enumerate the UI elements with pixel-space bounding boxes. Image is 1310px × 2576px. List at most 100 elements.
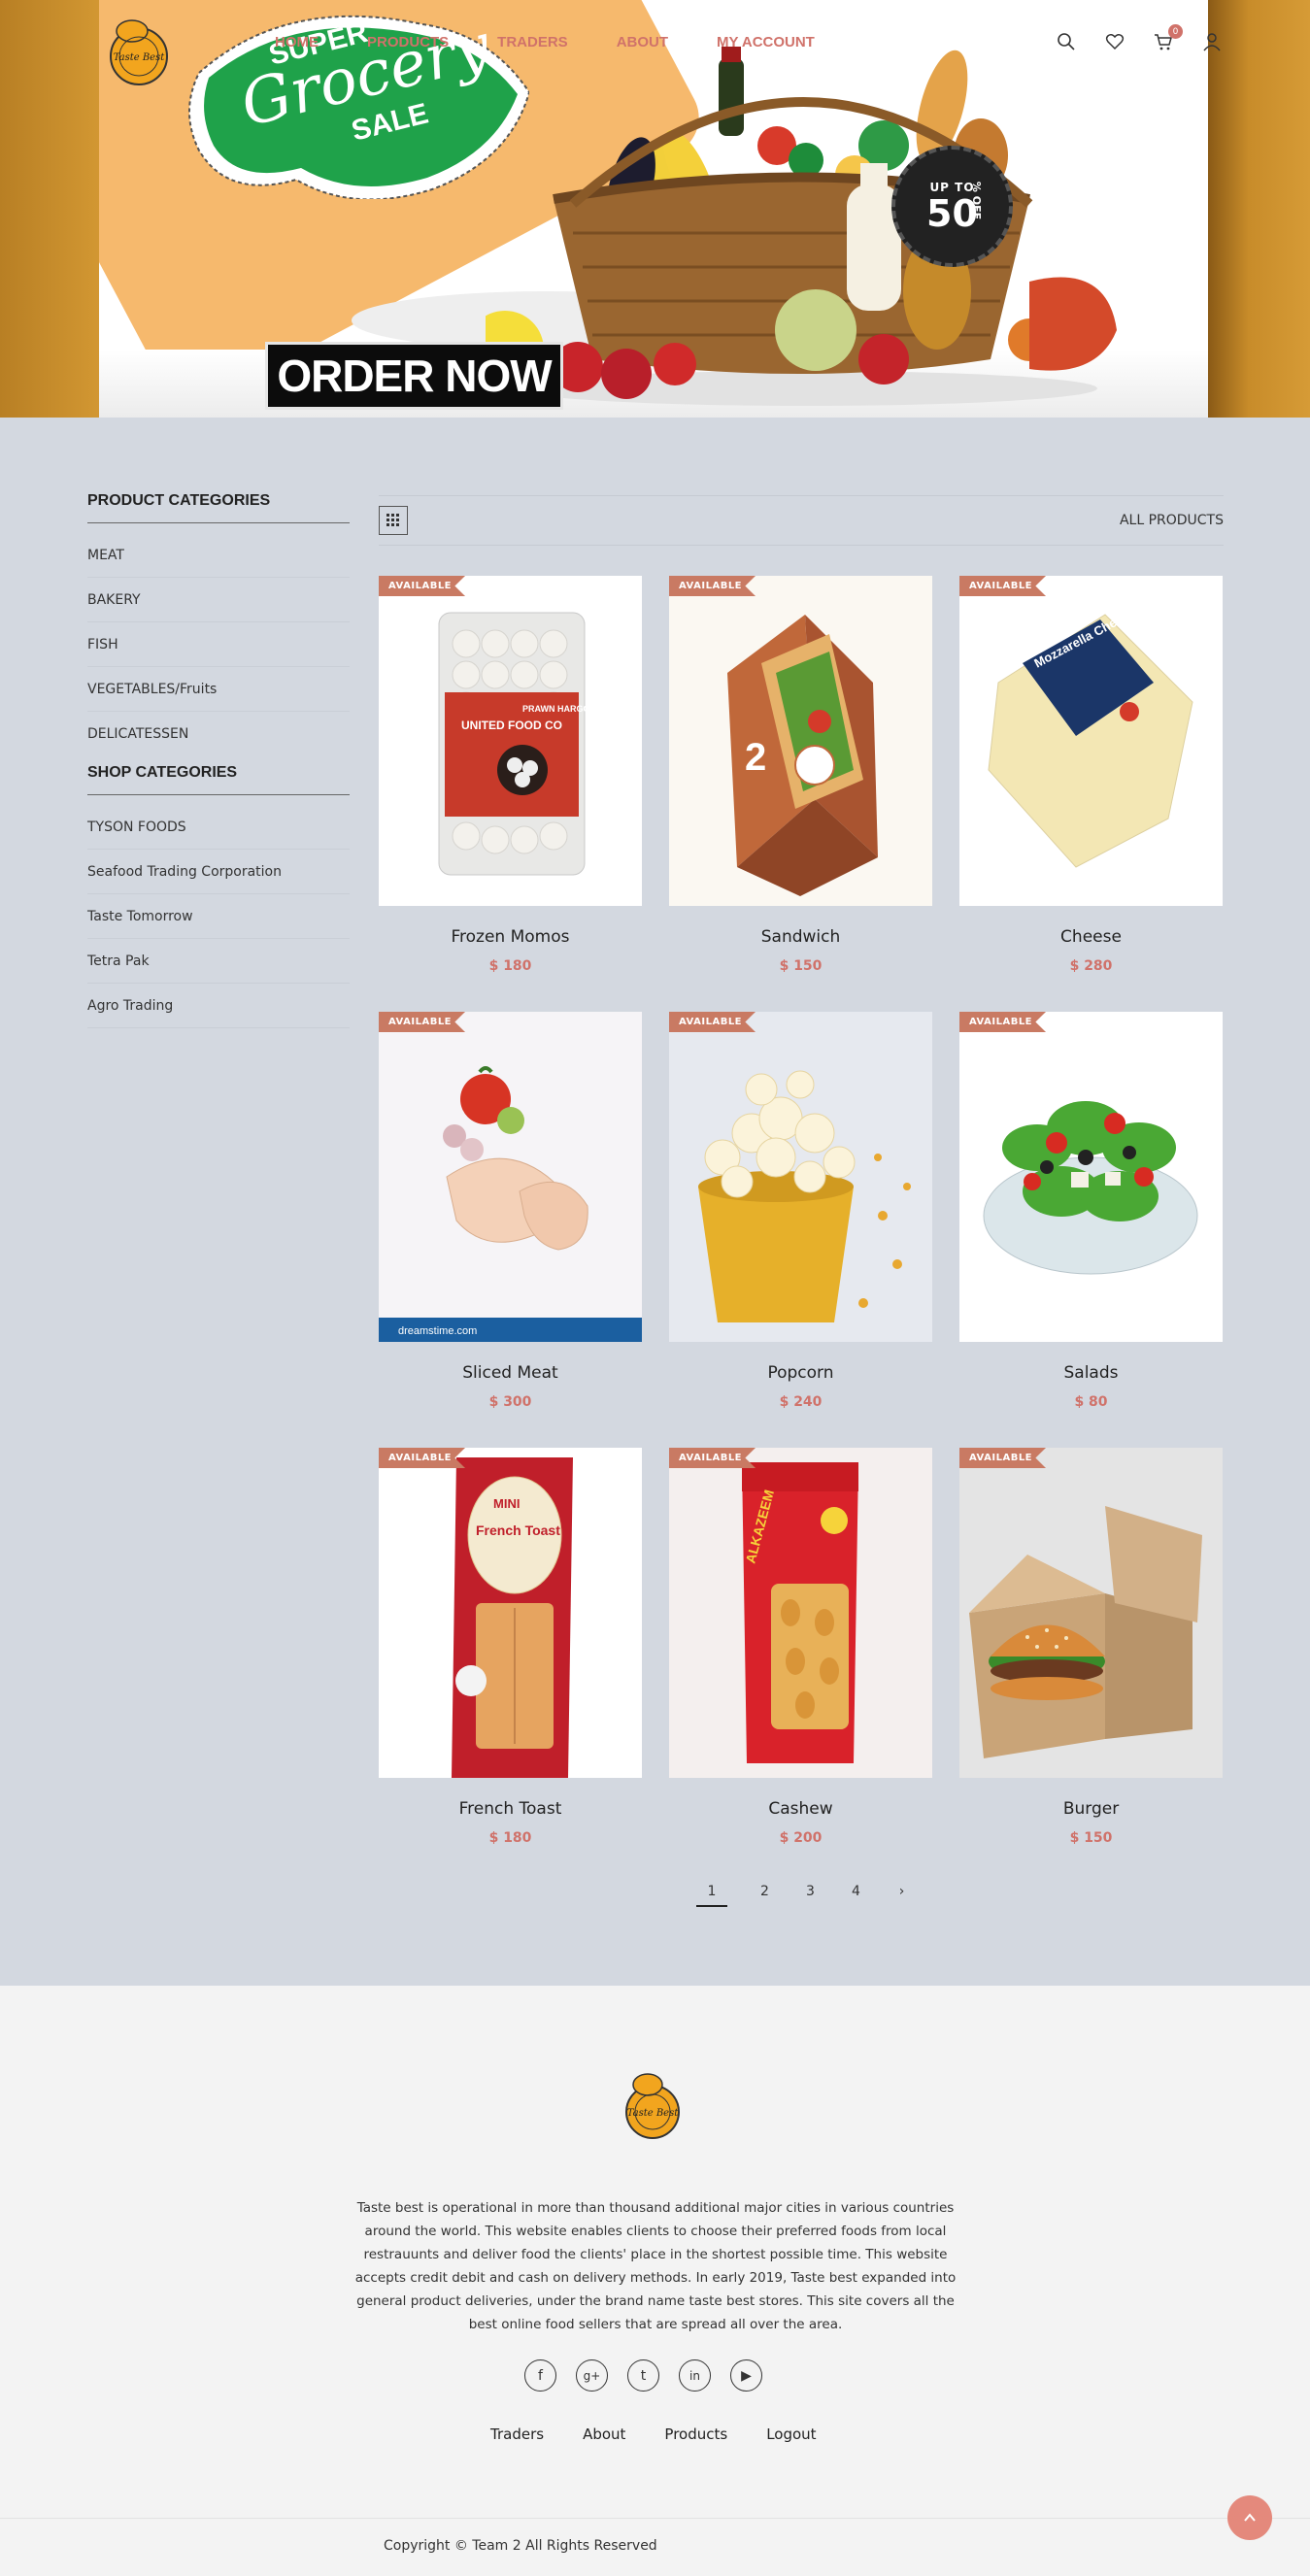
product-name[interactable]: Burger [959, 1799, 1223, 1819]
product-name[interactable]: Salads [959, 1363, 1223, 1383]
badge-suffix: % OFF [969, 181, 983, 220]
available-tag: AVAILABLE [669, 576, 756, 596]
burger-image [969, 1506, 1202, 1758]
product-card[interactable]: AVAILABLE Salads $ 80 [959, 1012, 1223, 1410]
category-delicatessen[interactable]: DELICATESSEN [87, 712, 350, 756]
page-3[interactable]: 3 [788, 1884, 833, 1907]
available-tag: AVAILABLE [959, 1012, 1047, 1032]
shop-taste-tomorrow[interactable]: Taste Tomorrow [87, 894, 350, 939]
product-name[interactable]: Sandwich [669, 927, 932, 947]
product-image[interactable]: AVAILABLE [959, 1012, 1223, 1342]
footer-logo-text: Taste Best [627, 2108, 680, 2119]
user-account-icon[interactable] [1202, 32, 1222, 51]
category-fish[interactable]: FISH [87, 622, 350, 667]
page-1[interactable]: 1 [696, 1884, 727, 1907]
wishlist-heart-icon[interactable] [1105, 32, 1125, 51]
order-now-button[interactable]: ORDER NOW [265, 342, 563, 410]
product-card[interactable]: MINI French Toast AVAILABLE French Toast… [379, 1448, 642, 1846]
search-icon[interactable] [1057, 32, 1076, 51]
product-image[interactable]: Mozzarella Cheese AVAILABLE [959, 576, 1223, 906]
product-image[interactable]: UNITED FOOD CO PRAWN HARGOW AVAILABLE [379, 576, 642, 906]
shop-tetra-pak[interactable]: Tetra Pak [87, 939, 350, 984]
nav-home[interactable]: HOME [275, 34, 319, 50]
product-name[interactable]: Cashew [669, 1799, 932, 1819]
scroll-to-top-button[interactable] [1227, 2495, 1272, 2540]
product-card[interactable]: 2 AVAILABLE Sandwich $ 150 [669, 576, 932, 974]
nav-about[interactable]: ABOUT [617, 34, 668, 50]
popcorn-image [698, 1070, 911, 1322]
available-tag: AVAILABLE [379, 576, 466, 596]
product-image[interactable]: 2 AVAILABLE [669, 576, 932, 906]
available-tag: AVAILABLE [959, 1448, 1047, 1468]
available-tag: AVAILABLE [669, 1012, 756, 1032]
footer-about-text: Taste best is operational in more than t… [354, 2200, 957, 2332]
product-price: $ 180 [488, 1830, 532, 1846]
footer-link-traders[interactable]: Traders [490, 2425, 544, 2443]
product-card[interactable]: UNITED FOOD CO PRAWN HARGOW AVAILABLE Fr… [379, 576, 642, 974]
product-image[interactable]: AVAILABLE [669, 1012, 932, 1342]
product-card[interactable]: Mozzarella Cheese AVAILABLE Cheese $ 280 [959, 576, 1223, 974]
logo-text: Taste Best [114, 52, 166, 63]
page-2[interactable]: 2 [742, 1884, 788, 1907]
footer-links: Traders About Products Logout [490, 2425, 817, 2443]
product-card[interactable]: AVAILABLE Popcorn $ 240 [669, 1012, 932, 1410]
product-categories-title: PRODUCT CATEGORIES [87, 492, 350, 523]
cheese-image: Mozzarella Cheese [988, 605, 1193, 868]
footer-link-products[interactable]: Products [664, 2425, 727, 2443]
sidebar: PRODUCT CATEGORIES MEAT BAKERY FISH VEGE… [87, 492, 350, 1028]
cart-icon[interactable]: 0 [1154, 24, 1183, 51]
nav-traders[interactable]: TRADERS [497, 34, 568, 50]
product-name[interactable]: Sliced Meat [379, 1363, 642, 1383]
product-image[interactable]: ALKAZEEM AVAILABLE [669, 1448, 932, 1778]
site-logo[interactable]: Taste Best [105, 17, 173, 85]
cart-count-badge: 0 [1168, 24, 1183, 39]
product-price: $ 180 [488, 958, 532, 974]
category-bakery[interactable]: BAKERY [87, 578, 350, 622]
product-price: $ 150 [779, 958, 823, 974]
footer-logo[interactable]: Taste Best [619, 2071, 687, 2139]
all-products-label[interactable]: ALL PRODUCTS [1120, 513, 1224, 528]
available-tag: AVAILABLE [669, 1448, 756, 1468]
header-icons: 0 [1057, 24, 1222, 51]
footer-link-about[interactable]: About [583, 2425, 625, 2443]
shop-seafood-trading[interactable]: Seafood Trading Corporation [87, 850, 350, 894]
discount-badge: UP TO 50 % OFF [891, 146, 1013, 267]
category-vegetables-fruits[interactable]: VEGETABLES/Fruits [87, 667, 350, 712]
product-name[interactable]: French Toast [379, 1799, 642, 1819]
available-tag: AVAILABLE [959, 576, 1047, 596]
product-card[interactable]: AVAILABLE Burger $ 150 [959, 1448, 1223, 1846]
page-4[interactable]: 4 [833, 1884, 879, 1907]
footer-link-logout[interactable]: Logout [766, 2425, 816, 2443]
linkedin-icon[interactable]: in [679, 2359, 711, 2392]
momos-brand-text: UNITED FOOD CO [461, 719, 562, 732]
category-meat[interactable]: MEAT [87, 533, 350, 578]
shop-agro-trading[interactable]: Agro Trading [87, 984, 350, 1028]
product-image[interactable]: MINI French Toast AVAILABLE [379, 1448, 642, 1778]
product-name[interactable]: Frozen Momos [379, 927, 642, 947]
product-image[interactable]: dreamstime.com AVAILABLE [379, 1012, 642, 1342]
facebook-icon[interactable]: f [524, 2359, 556, 2392]
product-price: $ 240 [779, 1394, 823, 1410]
product-toolbar: ALL PRODUCTS [379, 495, 1224, 546]
grid-view-icon[interactable] [379, 506, 408, 535]
product-name[interactable]: Cheese [959, 927, 1223, 947]
toast-label-2: French Toast [476, 1522, 560, 1538]
shop-tyson-foods[interactable]: TYSON FOODS [87, 805, 350, 850]
product-name[interactable]: Popcorn [669, 1363, 932, 1383]
product-image[interactable]: AVAILABLE [959, 1448, 1223, 1778]
google-plus-icon[interactable]: g+ [576, 2359, 608, 2392]
product-card[interactable]: ALKAZEEM AVAILABLE Cashew $ 200 [669, 1448, 932, 1846]
main-nav: HOME PRODUCTS TRADERS ABOUT MY ACCOUNT [275, 34, 815, 50]
nav-products[interactable]: PRODUCTS [367, 34, 449, 50]
hero-right-frame [1208, 0, 1310, 418]
svg-text:2: 2 [745, 736, 766, 779]
salad-image [983, 1101, 1198, 1275]
next-page-arrow-icon[interactable]: › [879, 1884, 924, 1907]
youtube-icon[interactable]: ▶ [730, 2359, 762, 2392]
frozen-momos-image: UNITED FOOD CO PRAWN HARGOW [438, 612, 598, 876]
product-card[interactable]: dreamstime.com AVAILABLE Sliced Meat $ 3… [379, 1012, 642, 1410]
french-toast-image: MINI French Toast [452, 1457, 573, 1778]
tumblr-icon[interactable]: t [627, 2359, 659, 2392]
nav-my-account[interactable]: MY ACCOUNT [717, 34, 815, 50]
product-price: $ 80 [1074, 1394, 1108, 1410]
